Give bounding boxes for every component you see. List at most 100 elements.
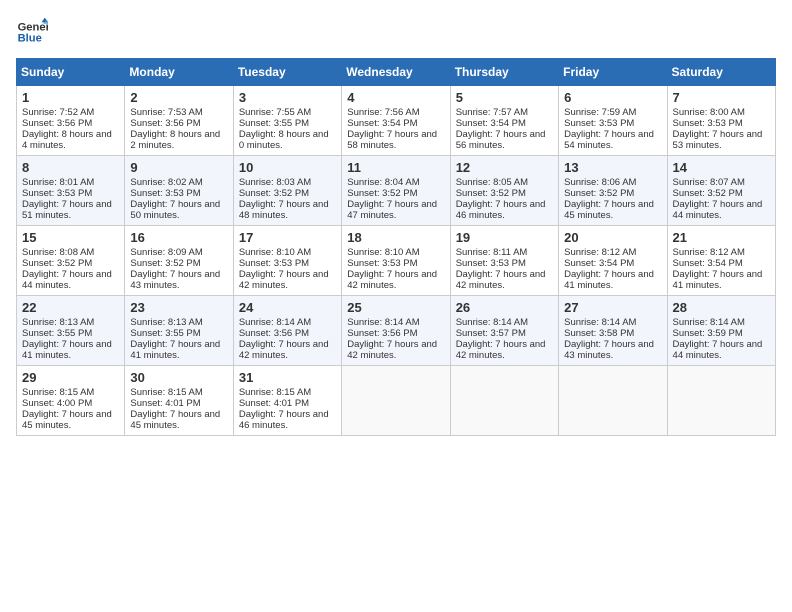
sunset-text: Sunset: 3:52 PM xyxy=(564,188,634,199)
sunset-text: Sunset: 4:01 PM xyxy=(130,398,200,409)
daylight-text: Daylight: 7 hours and 42 minutes. xyxy=(347,339,437,361)
sunrise-text: Sunrise: 7:56 AM xyxy=(347,107,419,118)
day-number: 8 xyxy=(22,160,119,175)
day-number: 25 xyxy=(347,300,444,315)
day-number: 15 xyxy=(22,230,119,245)
calendar-cell xyxy=(559,366,667,436)
sunset-text: Sunset: 4:01 PM xyxy=(239,398,309,409)
day-number: 17 xyxy=(239,230,336,245)
calendar-cell: 9Sunrise: 8:02 AMSunset: 3:53 PMDaylight… xyxy=(125,156,233,226)
day-number: 11 xyxy=(347,160,444,175)
daylight-text: Daylight: 7 hours and 45 minutes. xyxy=(22,409,112,431)
sunset-text: Sunset: 3:54 PM xyxy=(673,258,743,269)
sunrise-text: Sunrise: 8:13 AM xyxy=(22,317,94,328)
sunrise-text: Sunrise: 8:06 AM xyxy=(564,177,636,188)
daylight-text: Daylight: 7 hours and 41 minutes. xyxy=(130,339,220,361)
sunset-text: Sunset: 3:53 PM xyxy=(130,188,200,199)
daylight-text: Daylight: 7 hours and 42 minutes. xyxy=(456,339,546,361)
calendar-cell: 20Sunrise: 8:12 AMSunset: 3:54 PMDayligh… xyxy=(559,226,667,296)
sunrise-text: Sunrise: 8:01 AM xyxy=(22,177,94,188)
calendar-cell: 17Sunrise: 8:10 AMSunset: 3:53 PMDayligh… xyxy=(233,226,341,296)
sunrise-text: Sunrise: 8:10 AM xyxy=(239,247,311,258)
day-number: 19 xyxy=(456,230,553,245)
day-number: 20 xyxy=(564,230,661,245)
logo-icon: General Blue xyxy=(16,16,48,48)
daylight-text: Daylight: 8 hours and 4 minutes. xyxy=(22,129,112,151)
calendar-cell xyxy=(450,366,558,436)
sunrise-text: Sunrise: 8:14 AM xyxy=(673,317,745,328)
sunrise-text: Sunrise: 8:04 AM xyxy=(347,177,419,188)
daylight-text: Daylight: 7 hours and 45 minutes. xyxy=(564,199,654,221)
sunset-text: Sunset: 4:00 PM xyxy=(22,398,92,409)
sunset-text: Sunset: 3:58 PM xyxy=(564,328,634,339)
day-number: 27 xyxy=(564,300,661,315)
sunset-text: Sunset: 3:53 PM xyxy=(22,188,92,199)
day-number: 16 xyxy=(130,230,227,245)
sunset-text: Sunset: 3:52 PM xyxy=(456,188,526,199)
calendar-cell: 11 Sunrise: 8:04 AMSunset: 3:52 PMDayligh… xyxy=(342,156,450,226)
sunrise-text: Sunrise: 7:55 AM xyxy=(239,107,311,118)
sunset-text: Sunset: 3:53 PM xyxy=(673,118,743,129)
day-number: 10 xyxy=(239,160,336,175)
daylight-text: Daylight: 7 hours and 46 minutes. xyxy=(456,199,546,221)
sunset-text: Sunset: 3:52 PM xyxy=(130,258,200,269)
sunrise-text: Sunrise: 7:52 AM xyxy=(22,107,94,118)
sunrise-text: Sunrise: 8:14 AM xyxy=(456,317,528,328)
day-number: 23 xyxy=(130,300,227,315)
calendar-cell: 4Sunrise: 7:56 AMSunset: 3:54 PMDaylight… xyxy=(342,86,450,156)
daylight-text: Daylight: 7 hours and 47 minutes. xyxy=(347,199,437,221)
calendar-cell: 29Sunrise: 8:15 AMSunset: 4:00 PMDayligh… xyxy=(17,366,125,436)
day-number: 9 xyxy=(130,160,227,175)
sunset-text: Sunset: 3:57 PM xyxy=(456,328,526,339)
calendar-table: SundayMondayTuesdayWednesdayThursdayFrid… xyxy=(16,58,776,436)
daylight-text: Daylight: 7 hours and 51 minutes. xyxy=(22,199,112,221)
column-header-thursday: Thursday xyxy=(450,59,558,86)
sunset-text: Sunset: 3:54 PM xyxy=(456,118,526,129)
sunrise-text: Sunrise: 8:10 AM xyxy=(347,247,419,258)
calendar-cell: 15Sunrise: 8:08 AMSunset: 3:52 PMDayligh… xyxy=(17,226,125,296)
calendar-cell xyxy=(342,366,450,436)
calendar-cell: 25 Sunrise: 8:14 AMSunset: 3:56 PMDayligh… xyxy=(342,296,450,366)
sunrise-text: Sunrise: 8:12 AM xyxy=(673,247,745,258)
sunrise-text: Sunrise: 8:07 AM xyxy=(673,177,745,188)
week-row: 29Sunrise: 8:15 AMSunset: 4:00 PMDayligh… xyxy=(17,366,776,436)
svg-text:Blue: Blue xyxy=(18,33,42,45)
daylight-text: Daylight: 7 hours and 54 minutes. xyxy=(564,129,654,151)
column-header-friday: Friday xyxy=(559,59,667,86)
sunrise-text: Sunrise: 8:15 AM xyxy=(239,387,311,398)
sunset-text: Sunset: 3:54 PM xyxy=(347,118,417,129)
day-number: 2 xyxy=(130,90,227,105)
sunrise-text: Sunrise: 8:14 AM xyxy=(239,317,311,328)
sunset-text: Sunset: 3:56 PM xyxy=(347,328,417,339)
sunrise-text: Sunrise: 7:59 AM xyxy=(564,107,636,118)
daylight-text: Daylight: 7 hours and 50 minutes. xyxy=(130,199,220,221)
day-number: 26 xyxy=(456,300,553,315)
week-row: 22Sunrise: 8:13 AMSunset: 3:55 PMDayligh… xyxy=(17,296,776,366)
calendar-cell: 13Sunrise: 8:06 AMSunset: 3:52 PMDayligh… xyxy=(559,156,667,226)
sunrise-text: Sunrise: 8:00 AM xyxy=(673,107,745,118)
daylight-text: Daylight: 7 hours and 41 minutes. xyxy=(22,339,112,361)
calendar-cell: 27Sunrise: 8:14 AMSunset: 3:58 PMDayligh… xyxy=(559,296,667,366)
day-number: 21 xyxy=(673,230,770,245)
daylight-text: Daylight: 7 hours and 43 minutes. xyxy=(564,339,654,361)
column-header-wednesday: Wednesday xyxy=(342,59,450,86)
daylight-text: Daylight: 8 hours and 0 minutes. xyxy=(239,129,329,151)
sunrise-text: Sunrise: 8:12 AM xyxy=(564,247,636,258)
sunset-text: Sunset: 3:56 PM xyxy=(239,328,309,339)
sunrise-text: Sunrise: 8:09 AM xyxy=(130,247,202,258)
sunrise-text: Sunrise: 8:14 AM xyxy=(347,317,419,328)
day-number: 1 xyxy=(22,90,119,105)
sunset-text: Sunset: 3:52 PM xyxy=(347,188,417,199)
column-header-saturday: Saturday xyxy=(667,59,775,86)
daylight-text: Daylight: 7 hours and 44 minutes. xyxy=(22,269,112,291)
sunset-text: Sunset: 3:53 PM xyxy=(456,258,526,269)
day-number: 31 xyxy=(239,370,336,385)
calendar-cell: 18Sunrise: 8:10 AMSunset: 3:53 PMDayligh… xyxy=(342,226,450,296)
sunset-text: Sunset: 3:52 PM xyxy=(673,188,743,199)
calendar-cell: 3Sunrise: 7:55 AMSunset: 3:55 PMDaylight… xyxy=(233,86,341,156)
column-header-sunday: Sunday xyxy=(17,59,125,86)
week-row: 15Sunrise: 8:08 AMSunset: 3:52 PMDayligh… xyxy=(17,226,776,296)
daylight-text: Daylight: 7 hours and 42 minutes. xyxy=(456,269,546,291)
sunset-text: Sunset: 3:55 PM xyxy=(130,328,200,339)
calendar-cell: 10Sunrise: 8:03 AMSunset: 3:52 PMDayligh… xyxy=(233,156,341,226)
